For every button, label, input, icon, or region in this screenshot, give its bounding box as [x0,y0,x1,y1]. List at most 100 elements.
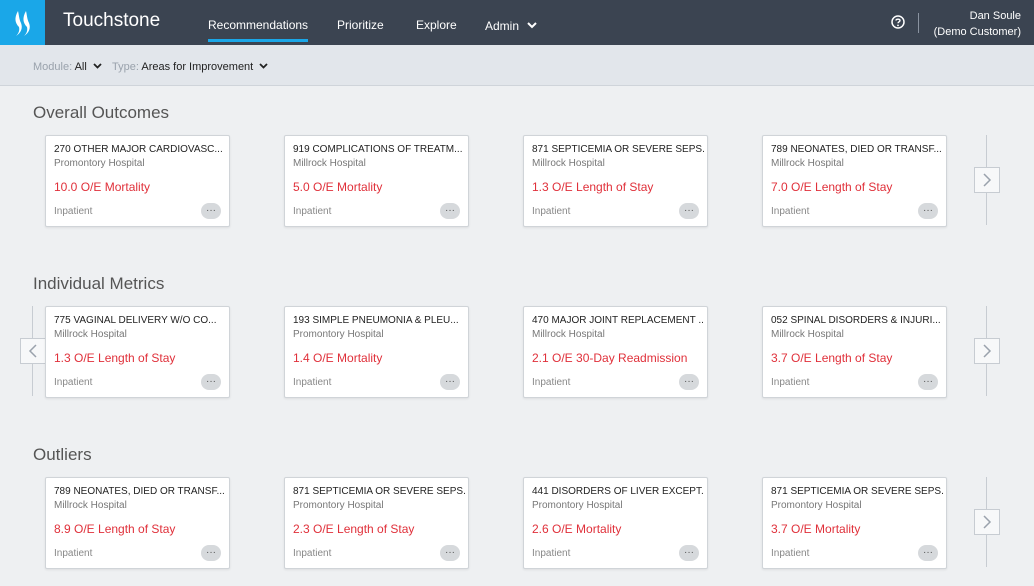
more-options-button[interactable]: ··· [918,545,938,561]
card-metric: 1.3 O/E Length of Stay [54,351,176,365]
card-type: Inpatient [293,377,332,388]
top-navigation-bar: Touchstone Recommendations Prioritize Ex… [0,0,1034,45]
card-metric: 1.3 O/E Length of Stay [532,180,654,194]
user-organization: (Demo Customer) [933,26,1021,38]
card-metric: 3.7 O/E Length of Stay [771,351,893,365]
recommendation-card[interactable]: 789 NEONATES, DIED OR TRANSF... Millrock… [45,477,230,569]
card-hospital: Promontory Hospital [532,500,623,511]
nav-explore[interactable]: Explore [416,18,457,32]
module-filter[interactable]: Module: All [33,60,102,73]
card-title: 775 VAGINAL DELIVERY W/O CO... [54,315,217,326]
section-title-overall-outcomes: Overall Outcomes [33,103,170,122]
card-metric: 5.0 O/E Mortality [293,180,383,194]
header-divider [918,13,919,33]
card-hospital: Promontory Hospital [54,158,145,169]
type-filter[interactable]: Type: Areas for Improvement [112,60,268,73]
chevron-right-icon[interactable] [974,167,1000,193]
card-metric: 7.0 O/E Length of Stay [771,180,893,194]
more-options-button[interactable]: ··· [440,545,460,561]
card-type: Inpatient [293,206,332,217]
recommendation-card[interactable]: 789 NEONATES, DIED OR TRANSF... Millrock… [762,135,947,227]
nav-admin[interactable]: Admin [485,18,538,33]
question-circle-icon[interactable] [891,15,905,29]
nav-recommendations[interactable]: Recommendations [208,18,309,42]
chevron-right-icon[interactable] [974,509,1000,535]
card-metric: 8.9 O/E Length of Stay [54,522,176,536]
recommendation-card[interactable]: 270 OTHER MAJOR CARDIOVASC... Promontory… [45,135,230,227]
module-filter-label: Module: [33,61,73,73]
card-type: Inpatient [54,548,93,559]
filter-bar: Module: All Type: Areas for Improvement [0,45,1034,86]
more-options-button[interactable]: ··· [201,374,221,390]
card-hospital: Promontory Hospital [771,500,862,511]
card-title: 871 SEPTICEMIA OR SEVERE SEPS... [771,486,943,497]
recommendation-card[interactable]: 919 COMPLICATIONS OF TREATM... Millrock … [284,135,469,227]
nav-admin-label: Admin [485,19,520,33]
card-metric: 1.4 O/E Mortality [293,351,383,365]
section-title-outliers: Outliers [33,445,92,464]
card-hospital: Millrock Hospital [532,158,605,169]
previous-page-control [18,306,48,396]
type-filter-value: Areas for Improvement [141,61,254,73]
module-filter-value: All [74,61,87,73]
card-title: 871 SEPTICEMIA OR SEVERE SEPS... [532,144,704,155]
chevron-right-icon[interactable] [974,338,1000,364]
card-type: Inpatient [771,377,810,388]
card-type: Inpatient [54,377,93,388]
nav-prioritize[interactable]: Prioritize [337,18,384,32]
recommendation-card[interactable]: 871 SEPTICEMIA OR SEVERE SEPS... Millroc… [523,135,708,227]
next-page-control [972,477,1002,567]
recommendation-card[interactable]: 470 MAJOR JOINT REPLACEMENT ... Millrock… [523,306,708,398]
chevron-left-icon[interactable] [20,338,46,364]
more-options-button[interactable]: ··· [440,203,460,219]
card-metric: 10.0 O/E Mortality [54,180,151,194]
card-metric: 2.1 O/E 30-Day Readmission [532,351,688,365]
card-type: Inpatient [293,548,332,559]
card-metric: 3.7 O/E Mortality [771,522,861,536]
recommendation-card[interactable]: 871 SEPTICEMIA OR SEVERE SEPS... Promont… [284,477,469,569]
card-title: 470 MAJOR JOINT REPLACEMENT ... [532,315,704,326]
recommendation-card[interactable]: 193 SIMPLE PNEUMONIA & PLEU... Promontor… [284,306,469,398]
card-hospital: Millrock Hospital [54,329,127,340]
card-title: 441 DISORDERS OF LIVER EXCEPT... [532,486,704,497]
recommendations-panel: Overall Outcomes 270 OTHER MAJOR CARDIOV… [0,86,1034,586]
card-title: 193 SIMPLE PNEUMONIA & PLEU... [293,315,459,326]
recommendation-card[interactable]: 441 DISORDERS OF LIVER EXCEPT... Promont… [523,477,708,569]
card-metric: 2.6 O/E Mortality [532,522,622,536]
card-hospital: Millrock Hospital [293,158,366,169]
card-type: Inpatient [532,548,571,559]
more-options-button[interactable]: ··· [679,545,699,561]
type-filter-label: Type: [112,61,139,73]
card-hospital: Promontory Hospital [293,500,384,511]
next-page-control [972,306,1002,396]
recommendation-card[interactable]: 871 SEPTICEMIA OR SEVERE SEPS... Promont… [762,477,947,569]
card-hospital: Millrock Hospital [532,329,605,340]
recommendation-card[interactable]: 775 VAGINAL DELIVERY W/O CO... Millrock … [45,306,230,398]
card-type: Inpatient [771,206,810,217]
card-type: Inpatient [771,548,810,559]
more-options-button[interactable]: ··· [918,203,938,219]
card-title: 052 SPINAL DISORDERS & INJURI... [771,315,941,326]
card-title: 919 COMPLICATIONS OF TREATM... [293,144,463,155]
section-title-individual-metrics: Individual Metrics [33,274,165,293]
next-page-control [972,135,1002,225]
more-options-button[interactable]: ··· [679,203,699,219]
card-hospital: Millrock Hospital [771,329,844,340]
card-metric: 2.3 O/E Length of Stay [293,522,415,536]
more-options-button[interactable]: ··· [918,374,938,390]
more-options-button[interactable]: ··· [440,374,460,390]
card-type: Inpatient [532,206,571,217]
card-type: Inpatient [532,377,571,388]
card-hospital: Promontory Hospital [293,329,384,340]
chevron-down-icon [93,60,102,72]
card-title: 871 SEPTICEMIA OR SEVERE SEPS... [293,486,465,497]
more-options-button[interactable]: ··· [201,545,221,561]
more-options-button[interactable]: ··· [201,203,221,219]
user-name[interactable]: Dan Soule [970,10,1021,22]
more-options-button[interactable]: ··· [679,374,699,390]
flame-icon[interactable] [0,0,45,45]
recommendation-card[interactable]: 052 SPINAL DISORDERS & INJURI... Millroc… [762,306,947,398]
brand-name[interactable]: Touchstone [63,10,160,32]
card-title: 789 NEONATES, DIED OR TRANSF... [54,486,225,497]
card-hospital: Millrock Hospital [54,500,127,511]
